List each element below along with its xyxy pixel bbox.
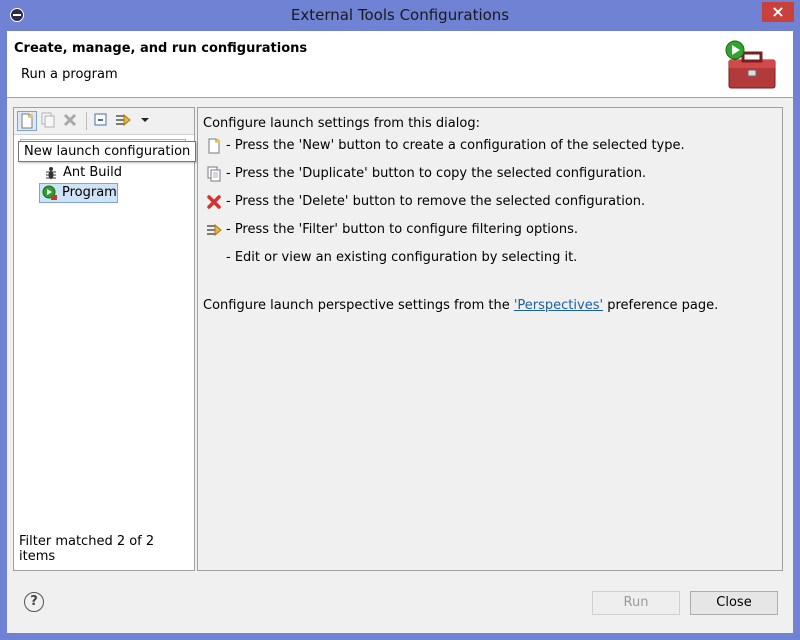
run-button[interactable]: Run <box>592 591 680 615</box>
close-button[interactable]: Close <box>690 591 778 615</box>
instruction-delete: - Press the 'Delete' button to remove th… <box>206 193 645 211</box>
instruction-edit: - Edit or view an existing configuration… <box>206 249 577 267</box>
filter-button[interactable] <box>114 111 134 131</box>
tree-item-ant-build[interactable]: Ant Build <box>41 164 122 182</box>
collapse-all-button[interactable] <box>92 111 112 131</box>
delete-icon <box>207 195 221 209</box>
filter-icon <box>207 223 222 237</box>
instructions-panel: Configure launch settings from this dial… <box>197 107 783 571</box>
duplicate-button[interactable] <box>39 111 59 131</box>
tree-item-program[interactable]: Program <box>39 183 118 203</box>
ant-icon <box>46 167 56 179</box>
view-menu-button[interactable] <box>136 111 156 131</box>
toolbox-icon <box>725 40 776 89</box>
collapse-all-icon <box>94 113 107 126</box>
instruction-new: - Press the 'New' button to create a con… <box>206 137 685 155</box>
view-menu-icon <box>141 118 149 122</box>
instruction-text: - Press the 'Duplicate' button to copy t… <box>226 166 647 181</box>
perspective-line: Configure launch perspective settings fr… <box>203 298 718 313</box>
program-icon <box>42 185 57 200</box>
dialog-window: External Tools Configurations × Create, … <box>0 0 800 640</box>
config-tree-panel: Ant Build Program Filter matched 2 of 2 … <box>13 107 195 571</box>
toolbar-separator <box>86 112 87 130</box>
tree-item-label: Program <box>62 185 117 200</box>
perspective-prefix: Configure launch perspective settings fr… <box>203 298 514 313</box>
header-subtitle: Run a program <box>21 67 118 82</box>
filter-icon <box>116 113 131 127</box>
new-config-tooltip: New launch configuration <box>18 141 197 162</box>
tree-toolbar <box>14 108 194 135</box>
delete-button[interactable] <box>61 111 81 131</box>
tree-item-label: Ant Build <box>63 165 122 180</box>
dialog-client-area: Create, manage, and run configurations R… <box>7 31 793 633</box>
instruction-text: - Press the 'Delete' button to remove th… <box>226 194 646 209</box>
perspectives-link[interactable]: 'Perspectives' <box>514 298 603 313</box>
window-close-button[interactable]: × <box>762 2 794 22</box>
intro-text: Configure launch settings from this dial… <box>203 116 480 131</box>
title-bar[interactable]: External Tools Configurations × <box>0 0 800 30</box>
instruction-duplicate: - Press the 'Duplicate' button to copy t… <box>206 165 646 183</box>
instruction-text: - Press the 'Filter' button to configure… <box>226 222 579 237</box>
instruction-filter: - Press the 'Filter' button to configure… <box>206 221 578 239</box>
window-title: External Tools Configurations <box>290 6 510 24</box>
duplicate-icon <box>41 112 55 128</box>
new-launch-config-icon <box>21 113 33 129</box>
perspective-suffix: preference page. <box>603 298 719 313</box>
instruction-text: - Edit or view an existing configuration… <box>226 250 578 265</box>
new-launch-config-button[interactable] <box>17 111 37 131</box>
filter-status: Filter matched 2 of 2 items <box>19 534 155 564</box>
header-title: Create, manage, and run configurations <box>14 41 308 56</box>
delete-icon <box>63 113 77 127</box>
dialog-header: Create, manage, and run configurations R… <box>7 31 793 98</box>
duplicate-icon <box>207 166 221 182</box>
instruction-text: - Press the 'New' button to create a con… <box>226 138 685 153</box>
help-icon[interactable]: ? <box>24 592 44 612</box>
new-icon <box>208 138 220 154</box>
